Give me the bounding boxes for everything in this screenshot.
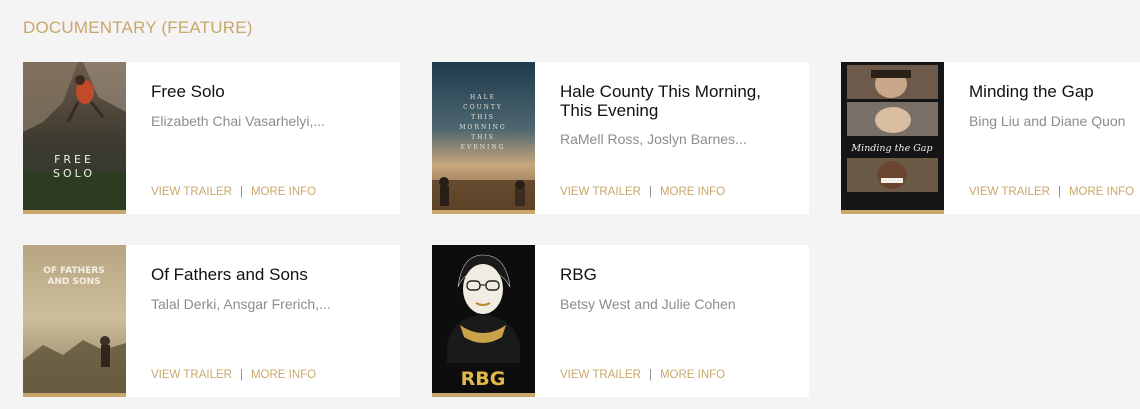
- poster-rbg-text: RBG: [461, 368, 506, 390]
- poster-of-fathers-and-sons[interactable]: OF FATHERS AND SONS: [23, 245, 126, 397]
- film-card-free-solo: FREE SOLO Free Solo Elizabeth Chai Vasar…: [23, 62, 400, 214]
- film-credits: Bing Liu and Diane Quon: [969, 113, 1126, 129]
- poster-minding-image: Minding the Gap: [841, 62, 944, 210]
- poster-fathers-text-1: OF FATHERS: [43, 266, 105, 276]
- more-info-link[interactable]: MORE INFO: [251, 369, 316, 381]
- film-credits: Elizabeth Chai Vasarhelyi,...: [151, 113, 326, 129]
- link-separator: |: [239, 186, 243, 198]
- film-credits: RaMell Ross, Joslyn Barnes...: [560, 131, 747, 147]
- link-separator: |: [648, 186, 652, 198]
- poster-rbg[interactable]: RBG: [432, 245, 535, 397]
- poster-rbg-image: RBG: [432, 245, 535, 393]
- poster-hale-text-6: EVENING: [461, 144, 506, 151]
- film-credits: Betsy West and Julie Cohen: [560, 296, 736, 312]
- link-separator: |: [648, 369, 652, 381]
- view-trailer-link[interactable]: VIEW TRAILER: [151, 369, 232, 381]
- film-card-rbg: RBG RBG Betsy West and Julie Cohen VIEW …: [432, 245, 809, 397]
- poster-hale-text-5: THIS: [471, 134, 495, 141]
- poster-free-solo-image: FREE SOLO: [23, 62, 126, 210]
- film-title: Minding the Gap: [969, 82, 1094, 101]
- more-info-link[interactable]: MORE INFO: [251, 186, 316, 198]
- film-card-of-fathers-and-sons: OF FATHERS AND SONS Of Fathers and Sons …: [23, 245, 400, 397]
- film-card-minding-the-gap: Minding the Gap Minding the Gap Bing Liu…: [841, 62, 1140, 214]
- poster-fathers-text-2: AND SONS: [47, 277, 100, 287]
- film-title: RBG: [560, 265, 597, 284]
- more-info-link[interactable]: MORE INFO: [1069, 186, 1134, 198]
- poster-free-solo-text-1: FREE: [54, 153, 94, 166]
- view-trailer-link[interactable]: VIEW TRAILER: [969, 186, 1050, 198]
- section-title: DOCUMENTARY (FEATURE): [23, 18, 253, 37]
- link-separator: |: [239, 369, 243, 381]
- more-info-link[interactable]: MORE INFO: [660, 369, 725, 381]
- poster-minding-text: Minding the Gap: [850, 143, 932, 154]
- poster-hale-county[interactable]: HALE COUNTY THIS MORNING THIS EVENING: [432, 62, 535, 214]
- poster-hale-text-1: HALE: [470, 94, 496, 101]
- poster-free-solo[interactable]: FREE SOLO: [23, 62, 126, 214]
- film-card-hale-county: HALE COUNTY THIS MORNING THIS EVENING Ha…: [432, 62, 809, 214]
- view-trailer-link[interactable]: VIEW TRAILER: [560, 369, 641, 381]
- more-info-link[interactable]: MORE INFO: [660, 186, 725, 198]
- poster-minding-the-gap[interactable]: Minding the Gap: [841, 62, 944, 214]
- view-trailer-link[interactable]: VIEW TRAILER: [151, 186, 232, 198]
- poster-hale-text-3: THIS: [471, 114, 495, 121]
- film-title: Hale County This Morning, This Evening: [560, 82, 761, 120]
- poster-fathers-image: OF FATHERS AND SONS: [23, 245, 126, 393]
- link-separator: |: [1057, 186, 1061, 198]
- poster-hale-text-2: COUNTY: [463, 104, 503, 111]
- view-trailer-link[interactable]: VIEW TRAILER: [560, 186, 641, 198]
- film-title: Free Solo: [151, 82, 225, 101]
- film-credits: Talal Derki, Ansgar Frerich,...: [151, 296, 331, 312]
- poster-free-solo-text-2: SOLO: [53, 167, 95, 180]
- film-title: Of Fathers and Sons: [151, 265, 308, 284]
- poster-hale-text-4: MORNING: [459, 124, 506, 131]
- poster-hale-county-image: HALE COUNTY THIS MORNING THIS EVENING: [432, 62, 535, 210]
